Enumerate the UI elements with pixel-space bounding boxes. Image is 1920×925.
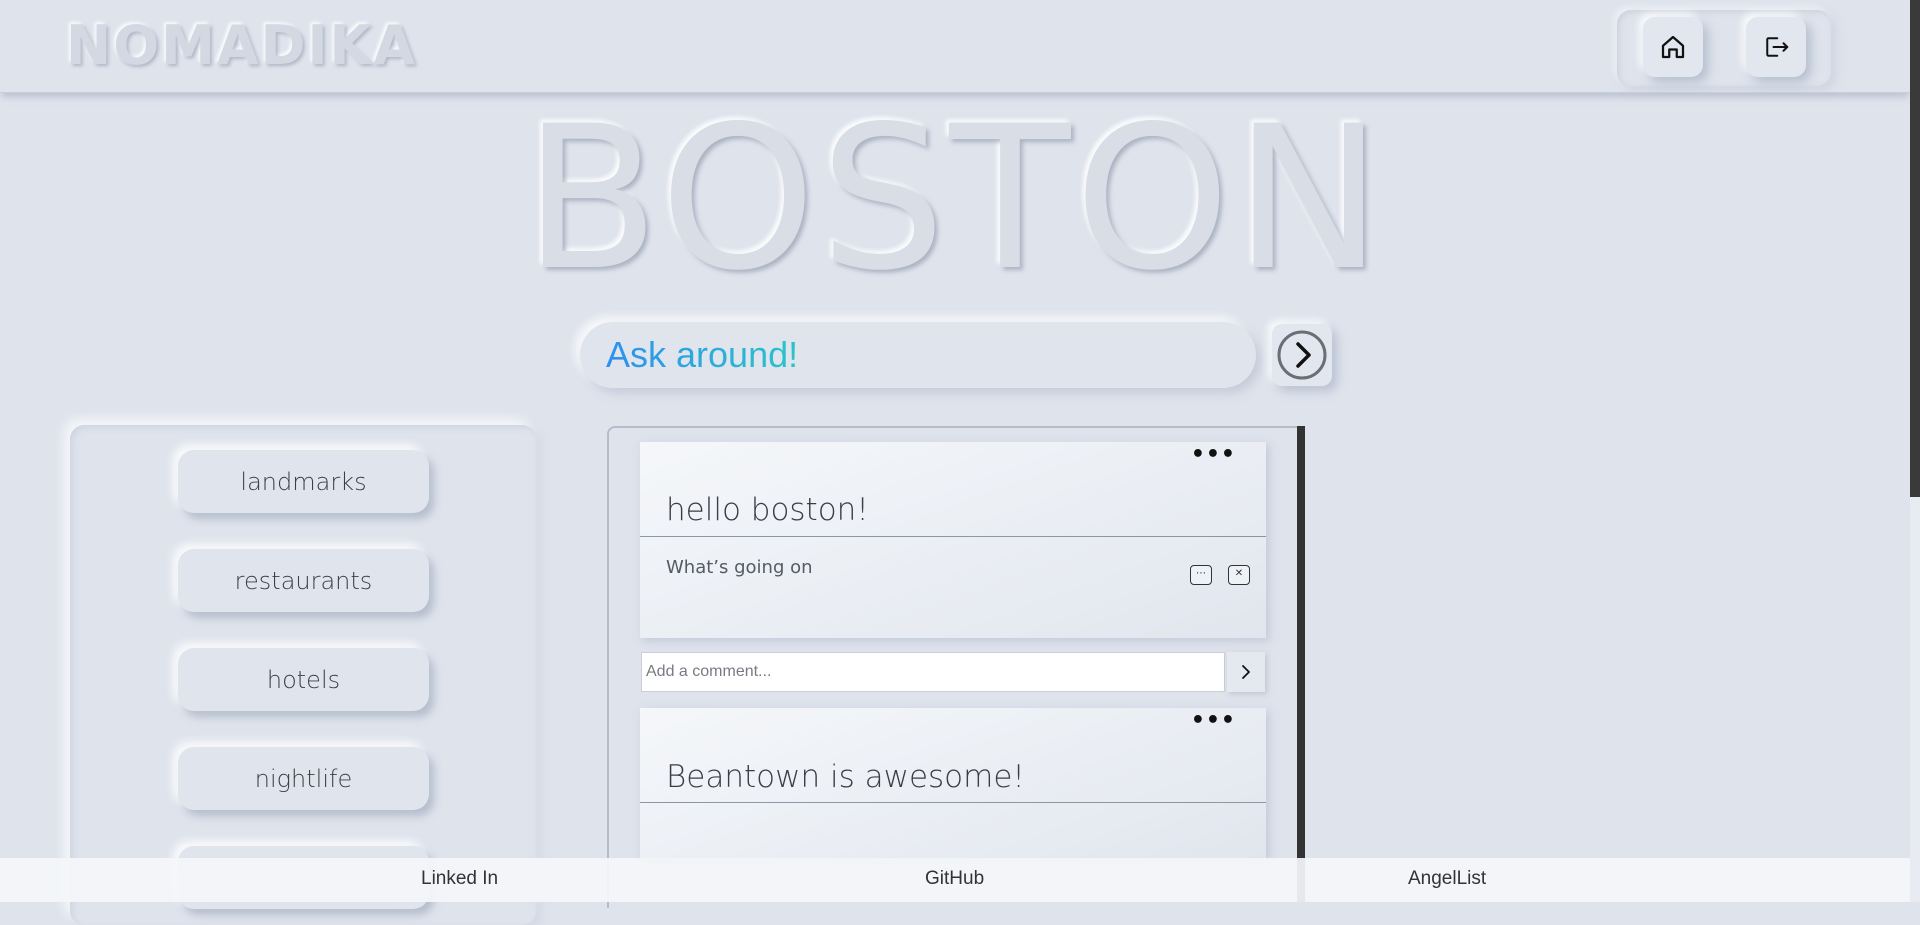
logout-button[interactable]	[1746, 17, 1806, 77]
footer: Linked In GitHub AngelList	[0, 858, 1910, 902]
footer-link-github[interactable]: GitHub	[925, 868, 984, 890]
category-button-nightlife[interactable]: nightlife	[178, 747, 429, 810]
close-icon: ✕	[1234, 568, 1244, 579]
home-button[interactable]	[1643, 17, 1703, 77]
delete-post-button[interactable]: ✕	[1228, 565, 1250, 585]
post-menu-button[interactable]: •••	[1191, 442, 1236, 467]
footer-link-angellist[interactable]: AngelList	[1408, 868, 1486, 890]
category-button-hotels[interactable]: hotels	[178, 648, 429, 711]
chevron-right-icon	[1242, 665, 1250, 679]
comment-row	[641, 652, 1265, 692]
post-divider	[640, 536, 1266, 537]
ellipsis-icon: •••	[1190, 442, 1236, 467]
category-button-restaurants[interactable]: restaurants	[178, 549, 429, 612]
post-card: ••• Beantown is awesome!	[640, 708, 1266, 858]
page-scrollbar-thumb[interactable]	[1910, 0, 1920, 497]
post-menu-button[interactable]: •••	[1191, 708, 1236, 733]
category-button-landmarks[interactable]: landmarks	[178, 450, 429, 513]
chevron-right-circle-icon	[1277, 330, 1327, 380]
brand-logo[interactable]: NOMADIKA	[66, 14, 417, 77]
comment-input[interactable]	[641, 652, 1225, 692]
post-title: hello boston!	[666, 492, 869, 528]
ellipsis-icon: •••	[1190, 708, 1236, 733]
logout-icon	[1766, 37, 1789, 57]
comment-submit-button[interactable]	[1227, 652, 1265, 692]
city-title: BOSTON	[523, 83, 1387, 314]
feed-scrollbar[interactable]	[1297, 426, 1305, 902]
edit-post-button[interactable]: ⋯	[1190, 565, 1212, 585]
post-divider	[640, 802, 1266, 803]
edit-icon: ⋯	[1196, 568, 1206, 579]
home-icon	[1661, 35, 1685, 59]
post-body: What’s going on	[666, 557, 813, 578]
post-card: ••• hello boston! What’s going on ⋯ ✕	[640, 442, 1266, 638]
ask-submit-button[interactable]	[1272, 324, 1332, 386]
footer-link-linkedin[interactable]: Linked In	[421, 868, 498, 890]
post-title: Beantown is awesome!	[666, 759, 1025, 795]
ask-around-placeholder: Ask around!	[606, 331, 798, 379]
